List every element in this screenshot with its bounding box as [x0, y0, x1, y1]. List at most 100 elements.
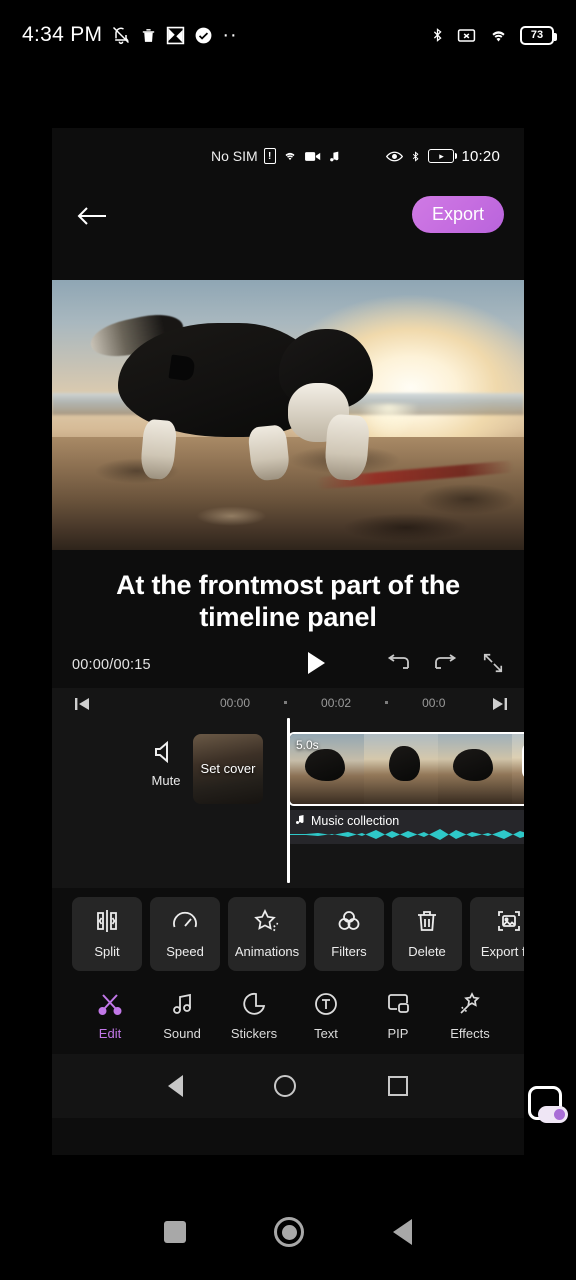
screenshot-phone-frame: No SIM ! ▸ 10:20 Export At the frontmost…	[52, 128, 524, 1155]
export-frame-icon	[496, 909, 522, 936]
scissors-icon	[97, 992, 123, 1019]
ruler-tick: 00:0	[422, 695, 446, 710]
music-note-icon	[294, 813, 306, 829]
audio-track-label: Music collection	[311, 813, 400, 828]
app-status-bar: No SIM ! ▸ 10:20	[52, 128, 524, 184]
ruler-ticks: 00:00 00:02 00:0	[220, 696, 445, 710]
photos-sync-icon	[166, 26, 185, 45]
nav-label: Sound	[163, 1026, 201, 1042]
app-top-bar: Export	[52, 184, 524, 280]
nav-label: PIP	[387, 1026, 409, 1042]
app-status-left: No SIM !	[211, 148, 341, 164]
mute-label: Mute	[151, 772, 181, 788]
check-circle-icon	[194, 26, 213, 45]
carrier-label: No SIM	[211, 148, 258, 164]
back-arrow-icon[interactable]	[72, 196, 112, 236]
nav-item-pip[interactable]: PIP	[362, 992, 434, 1041]
mute-bell-icon	[111, 25, 131, 45]
timeline-tracks[interactable]: Mute Set cover 5.0s +	[52, 717, 524, 888]
float-widget-dot	[554, 1109, 565, 1120]
wifi-icon	[282, 149, 298, 163]
more-dots-icon: ··	[222, 24, 238, 46]
nav-item-stickers[interactable]: Stickers	[218, 992, 290, 1041]
tool-export-frame[interactable]: Export fra	[470, 896, 524, 971]
redo-icon[interactable]	[434, 654, 458, 675]
tool-delete[interactable]: Delete	[392, 896, 462, 971]
clip-duration-label: 5.0s	[296, 737, 319, 752]
tool-split[interactable]: Split	[72, 896, 142, 971]
battery-indicator: 73	[520, 25, 557, 45]
ruler-tick: 00:00	[220, 695, 251, 710]
tool-label: Speed	[166, 943, 204, 959]
trash-icon	[140, 26, 157, 45]
back-triangle-icon[interactable]	[392, 1219, 412, 1245]
tool-label: Export fra	[480, 943, 524, 959]
tool-animations[interactable]: Animations	[228, 896, 306, 971]
magic-wand-icon	[458, 992, 482, 1019]
recents-square-icon[interactable]	[164, 1221, 187, 1243]
fullscreen-icon[interactable]	[482, 652, 504, 677]
ruler-tick: 00:02	[321, 695, 352, 710]
preview-dog-ear	[168, 354, 196, 382]
no-sim-icon	[456, 26, 477, 45]
ruler-dot	[385, 701, 389, 705]
float-widget-toggle[interactable]	[538, 1106, 568, 1123]
speedometer-icon	[172, 909, 198, 936]
wifi-icon	[488, 26, 509, 45]
export-button[interactable]: Export	[411, 196, 504, 233]
timeline-ruler: 00:00 00:02 00:0	[52, 688, 524, 718]
video-clip[interactable]: 5.0s	[288, 731, 524, 806]
inner-android-nav[interactable]	[52, 1053, 524, 1118]
back-triangle-icon[interactable]	[167, 1074, 183, 1097]
set-cover-label: Set cover	[200, 761, 256, 777]
video-record-icon	[304, 150, 322, 163]
nav-item-edit[interactable]: Edit	[74, 992, 146, 1041]
mute-speaker-icon	[153, 740, 179, 767]
timeline-panel[interactable]: 00:00 00:02 00:0 Mute Set cover 5.0s Mus…	[52, 687, 524, 888]
nav-item-effects[interactable]: Effects	[434, 992, 506, 1041]
home-circle-icon[interactable]	[274, 1217, 305, 1247]
set-cover-button[interactable]: Set cover	[193, 733, 263, 804]
skip-to-start-icon[interactable]	[74, 696, 90, 715]
nav-label: Stickers	[230, 1026, 278, 1042]
mute-button[interactable]: Mute	[138, 740, 194, 788]
audio-track[interactable]: Music collection	[288, 809, 524, 844]
sticker-icon	[242, 992, 266, 1019]
undo-icon[interactable]	[386, 654, 410, 675]
recents-square-icon[interactable]	[388, 1075, 409, 1096]
three-circles-icon	[336, 909, 362, 936]
nav-item-sound[interactable]: Sound	[146, 992, 218, 1041]
tool-speed[interactable]: Speed	[150, 896, 220, 971]
nav-item-filters[interactable]: Filt	[506, 992, 524, 1041]
device-android-nav[interactable]	[0, 1184, 576, 1280]
battery-charging-icon: ▸	[428, 149, 458, 163]
sim-alert-icon: !	[263, 148, 276, 164]
play-icon[interactable]	[304, 650, 328, 679]
audio-track-header: Music collection	[294, 813, 399, 829]
trash-icon	[415, 909, 439, 936]
ruler-dot	[284, 701, 288, 705]
add-clip-button[interactable]: +	[522, 741, 524, 780]
music-note-icon	[170, 992, 194, 1019]
screen-record-toggle-icon[interactable]	[522, 1082, 568, 1132]
preview-caption: At the frontmost part of the timeline pa…	[116, 570, 460, 632]
clip-frame	[364, 733, 438, 804]
nav-label: Effects	[450, 1026, 490, 1042]
video-preview[interactable]	[52, 280, 524, 550]
tool-label: Split	[94, 943, 120, 959]
edit-toolbar[interactable]: Split Speed Animations Filters Delete Ex…	[52, 887, 524, 980]
home-circle-icon[interactable]	[274, 1074, 297, 1097]
app-status-right: ▸ 10:20	[386, 148, 500, 165]
tool-label: Animations	[234, 943, 300, 959]
nav-item-text[interactable]: Text	[290, 992, 362, 1041]
bottom-nav[interactable]: Edit Sound Stickers Text PIP Effects	[52, 979, 524, 1054]
status-left-group: 4:34 PM ··	[22, 23, 238, 47]
star-sparkle-icon	[254, 908, 280, 936]
split-icon	[94, 909, 120, 936]
nav-label: Text	[314, 1026, 338, 1042]
music-note-icon	[328, 149, 341, 164]
playback-time: 00:00/00:15	[72, 656, 151, 673]
skip-to-end-icon[interactable]	[492, 696, 508, 715]
playhead[interactable]	[287, 717, 290, 883]
tool-filters[interactable]: Filters	[314, 896, 384, 971]
